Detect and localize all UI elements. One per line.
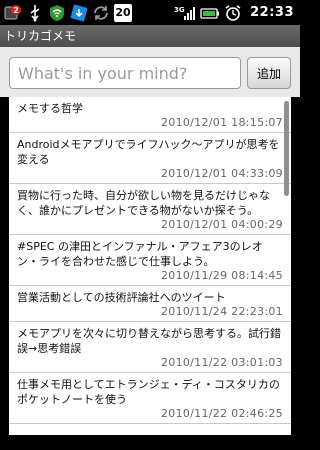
memo-list-item[interactable]: 買物に行った時、自分が欲しい物を見るだけじゃなく、誰かにプレゼントできる物がない… <box>9 184 291 235</box>
alarm-icon <box>224 4 242 22</box>
notification-area: 2 20 <box>0 0 132 25</box>
add-button[interactable]: 追加 <box>247 57 291 89</box>
memo-date: 2010/11/22 03:01:03 <box>160 356 283 369</box>
memo-text: 仕事メモ用としてエトランジェ・ディ・コスタリカのポケットノートを使う <box>17 378 280 406</box>
notification-badge-icon: 2 <box>4 4 22 22</box>
app-title: トリカゴメモ <box>4 29 77 43</box>
memo-date: 2010/12/01 18:15:07 <box>160 116 283 129</box>
memo-list-item[interactable]: 営業活動としての技術評論社へのツイート 2010/11/24 22:23:01 <box>9 286 291 322</box>
memo-text: #SPEC の津田とインファナル・アフェア3のレオン・ライを合わせた感じで仕事し… <box>17 240 263 268</box>
memo-input[interactable] <box>9 57 241 89</box>
memo-date: 2010/11/24 22:23:01 <box>160 305 283 318</box>
notification-count: 2 <box>13 6 19 15</box>
shield-icon <box>48 4 66 22</box>
list-scrollbar[interactable] <box>284 101 289 196</box>
memo-list-item[interactable]: メモする哲学 2010/12/01 18:15:07 <box>9 97 291 133</box>
signal-icon: 3G <box>174 4 196 22</box>
memo-list-item[interactable]: #SPEC の津田とインファナル・アフェア3のレオン・ライを合わせた感じで仕事し… <box>9 235 291 286</box>
system-status-area: 3G 22:33 <box>174 0 300 25</box>
sync-icon <box>92 4 110 22</box>
calendar-icon: 20 <box>114 3 132 22</box>
memo-list-item[interactable]: 仕事メモ用としてエトランジェ・ディ・コスタリカのポケットノートを使う 2010/… <box>9 373 291 424</box>
memo-text: メモアプリを次々に切り替えながら思考する。試行錯誤→思考錯誤 <box>17 327 281 355</box>
bottom-edge <box>0 435 300 450</box>
app-title-bar: トリカゴメモ <box>0 25 300 47</box>
memo-text: 買物に行った時、自分が欲しい物を見るだけじゃなく、誰かにプレゼントできる物がない… <box>17 189 270 217</box>
network-type-label: 3G <box>174 6 185 14</box>
memo-list[interactable]: メモする哲学 2010/12/01 18:15:07 Androidメモアプリで… <box>9 97 291 435</box>
download-icon <box>70 4 88 22</box>
memo-composer: 追加 <box>0 47 300 97</box>
status-bar: 2 20 3G 22:33 <box>0 0 300 25</box>
usb-icon <box>26 4 44 22</box>
memo-text: Androidメモアプリでライフハック～アプリが思考を変える <box>17 138 280 166</box>
memo-date: 2010/12/01 04:33:09 <box>160 167 283 180</box>
memo-text: 営業活動としての技術評論社へのツイート <box>17 291 226 304</box>
memo-list-item[interactable]: メモアプリを次々に切り替えながら思考する。試行錯誤→思考錯誤 2010/11/2… <box>9 322 291 373</box>
memo-text: メモする哲学 <box>17 102 83 115</box>
memo-date: 2010/12/01 04:00:29 <box>160 218 283 231</box>
memo-date: 2010/11/29 08:14:45 <box>160 269 283 282</box>
memo-list-item[interactable]: Androidメモアプリでライフハック～アプリが思考を変える 2010/12/0… <box>9 133 291 184</box>
memo-date: 2010/11/22 02:46:25 <box>160 407 283 420</box>
battery-icon <box>200 4 220 22</box>
clock-time: 22:33 <box>250 5 294 20</box>
